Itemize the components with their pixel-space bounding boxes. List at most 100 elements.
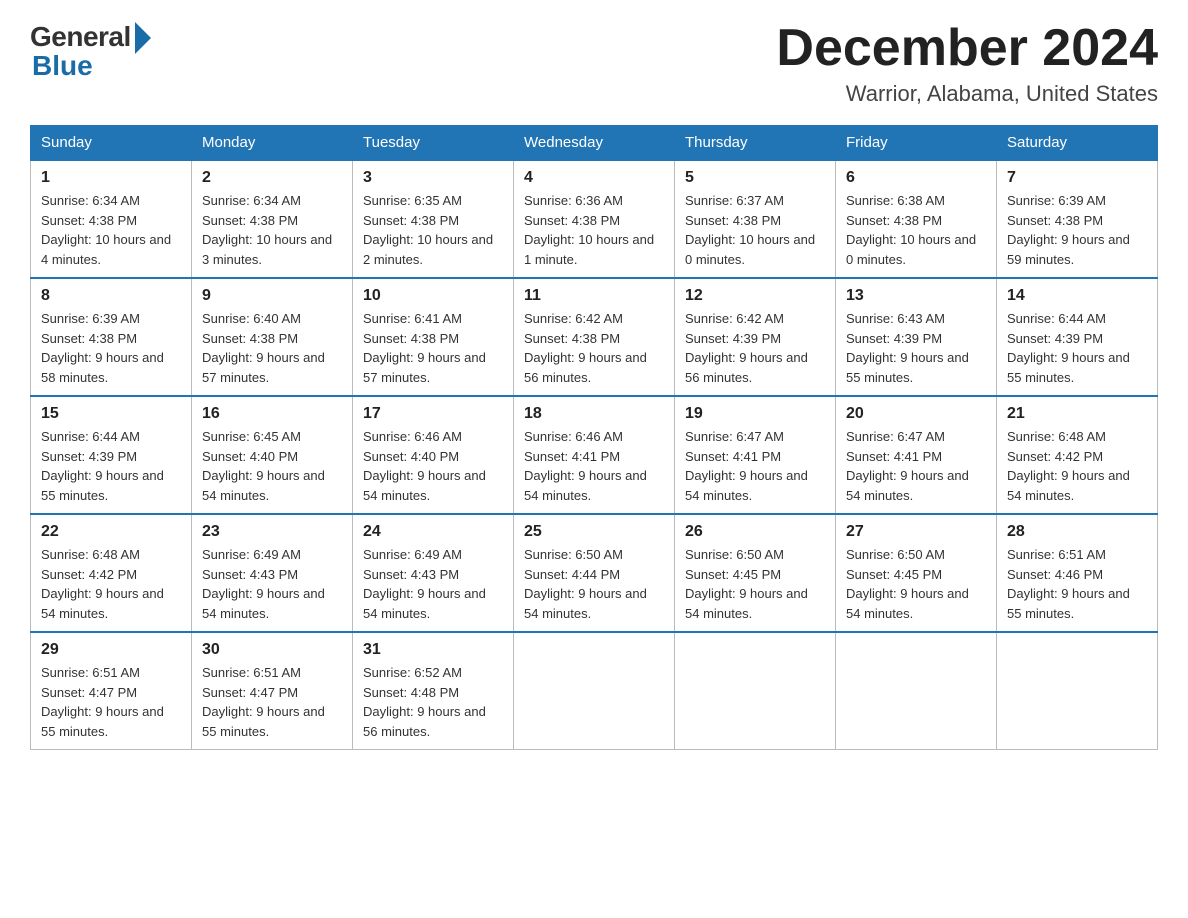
- day-info: Sunrise: 6:48 AMSunset: 4:42 PMDaylight:…: [1007, 427, 1147, 505]
- day-info: Sunrise: 6:34 AMSunset: 4:38 PMDaylight:…: [202, 191, 342, 269]
- calendar-cell: 7 Sunrise: 6:39 AMSunset: 4:38 PMDayligh…: [997, 160, 1158, 278]
- logo: General Blue: [30, 20, 151, 82]
- calendar-cell: [836, 632, 997, 750]
- day-number: 20: [846, 405, 986, 423]
- calendar-table: SundayMondayTuesdayWednesdayThursdayFrid…: [30, 125, 1158, 750]
- month-title: December 2024: [776, 20, 1158, 77]
- day-number: 25: [524, 523, 664, 541]
- title-block: December 2024 Warrior, Alabama, United S…: [776, 20, 1158, 107]
- day-number: 5: [685, 169, 825, 187]
- calendar-cell: 21 Sunrise: 6:48 AMSunset: 4:42 PMDaylig…: [997, 396, 1158, 514]
- day-info: Sunrise: 6:51 AMSunset: 4:47 PMDaylight:…: [202, 663, 342, 741]
- calendar-cell: 15 Sunrise: 6:44 AMSunset: 4:39 PMDaylig…: [31, 396, 192, 514]
- day-number: 24: [363, 523, 503, 541]
- location-subtitle: Warrior, Alabama, United States: [776, 81, 1158, 107]
- day-number: 26: [685, 523, 825, 541]
- day-number: 10: [363, 287, 503, 305]
- day-info: Sunrise: 6:42 AMSunset: 4:39 PMDaylight:…: [685, 309, 825, 387]
- calendar-cell: 22 Sunrise: 6:48 AMSunset: 4:42 PMDaylig…: [31, 514, 192, 632]
- day-info: Sunrise: 6:40 AMSunset: 4:38 PMDaylight:…: [202, 309, 342, 387]
- calendar-week-row: 29 Sunrise: 6:51 AMSunset: 4:47 PMDaylig…: [31, 632, 1158, 750]
- day-info: Sunrise: 6:38 AMSunset: 4:38 PMDaylight:…: [846, 191, 986, 269]
- day-info: Sunrise: 6:47 AMSunset: 4:41 PMDaylight:…: [685, 427, 825, 505]
- column-header-sunday: Sunday: [31, 126, 192, 161]
- calendar-cell: 27 Sunrise: 6:50 AMSunset: 4:45 PMDaylig…: [836, 514, 997, 632]
- calendar-cell: 11 Sunrise: 6:42 AMSunset: 4:38 PMDaylig…: [514, 278, 675, 396]
- calendar-cell: 4 Sunrise: 6:36 AMSunset: 4:38 PMDayligh…: [514, 160, 675, 278]
- calendar-cell: 17 Sunrise: 6:46 AMSunset: 4:40 PMDaylig…: [353, 396, 514, 514]
- calendar-week-row: 22 Sunrise: 6:48 AMSunset: 4:42 PMDaylig…: [31, 514, 1158, 632]
- calendar-cell: [514, 632, 675, 750]
- column-header-friday: Friday: [836, 126, 997, 161]
- day-number: 30: [202, 641, 342, 659]
- logo-triangle-icon: [135, 22, 151, 54]
- calendar-cell: 9 Sunrise: 6:40 AMSunset: 4:38 PMDayligh…: [192, 278, 353, 396]
- day-number: 1: [41, 169, 181, 187]
- day-info: Sunrise: 6:43 AMSunset: 4:39 PMDaylight:…: [846, 309, 986, 387]
- column-header-saturday: Saturday: [997, 126, 1158, 161]
- day-info: Sunrise: 6:39 AMSunset: 4:38 PMDaylight:…: [1007, 191, 1147, 269]
- day-info: Sunrise: 6:50 AMSunset: 4:45 PMDaylight:…: [685, 545, 825, 623]
- calendar-cell: 20 Sunrise: 6:47 AMSunset: 4:41 PMDaylig…: [836, 396, 997, 514]
- calendar-cell: 8 Sunrise: 6:39 AMSunset: 4:38 PMDayligh…: [31, 278, 192, 396]
- calendar-cell: 3 Sunrise: 6:35 AMSunset: 4:38 PMDayligh…: [353, 160, 514, 278]
- calendar-cell: 28 Sunrise: 6:51 AMSunset: 4:46 PMDaylig…: [997, 514, 1158, 632]
- day-info: Sunrise: 6:36 AMSunset: 4:38 PMDaylight:…: [524, 191, 664, 269]
- day-info: Sunrise: 6:48 AMSunset: 4:42 PMDaylight:…: [41, 545, 181, 623]
- day-info: Sunrise: 6:47 AMSunset: 4:41 PMDaylight:…: [846, 427, 986, 505]
- day-info: Sunrise: 6:46 AMSunset: 4:41 PMDaylight:…: [524, 427, 664, 505]
- page-header: General Blue December 2024 Warrior, Alab…: [30, 20, 1158, 107]
- day-info: Sunrise: 6:42 AMSunset: 4:38 PMDaylight:…: [524, 309, 664, 387]
- logo-blue-text: Blue: [30, 50, 93, 82]
- day-number: 27: [846, 523, 986, 541]
- day-info: Sunrise: 6:45 AMSunset: 4:40 PMDaylight:…: [202, 427, 342, 505]
- day-number: 29: [41, 641, 181, 659]
- day-info: Sunrise: 6:41 AMSunset: 4:38 PMDaylight:…: [363, 309, 503, 387]
- logo-general-text: General: [30, 21, 131, 53]
- day-info: Sunrise: 6:44 AMSunset: 4:39 PMDaylight:…: [41, 427, 181, 505]
- day-number: 14: [1007, 287, 1147, 305]
- column-header-tuesday: Tuesday: [353, 126, 514, 161]
- day-info: Sunrise: 6:51 AMSunset: 4:47 PMDaylight:…: [41, 663, 181, 741]
- calendar-cell: 13 Sunrise: 6:43 AMSunset: 4:39 PMDaylig…: [836, 278, 997, 396]
- day-info: Sunrise: 6:49 AMSunset: 4:43 PMDaylight:…: [202, 545, 342, 623]
- day-number: 4: [524, 169, 664, 187]
- calendar-cell: 26 Sunrise: 6:50 AMSunset: 4:45 PMDaylig…: [675, 514, 836, 632]
- day-info: Sunrise: 6:34 AMSunset: 4:38 PMDaylight:…: [41, 191, 181, 269]
- calendar-cell: 12 Sunrise: 6:42 AMSunset: 4:39 PMDaylig…: [675, 278, 836, 396]
- calendar-cell: 24 Sunrise: 6:49 AMSunset: 4:43 PMDaylig…: [353, 514, 514, 632]
- day-info: Sunrise: 6:37 AMSunset: 4:38 PMDaylight:…: [685, 191, 825, 269]
- day-number: 16: [202, 405, 342, 423]
- day-number: 28: [1007, 523, 1147, 541]
- calendar-cell: 25 Sunrise: 6:50 AMSunset: 4:44 PMDaylig…: [514, 514, 675, 632]
- day-info: Sunrise: 6:52 AMSunset: 4:48 PMDaylight:…: [363, 663, 503, 741]
- calendar-cell: 30 Sunrise: 6:51 AMSunset: 4:47 PMDaylig…: [192, 632, 353, 750]
- day-number: 19: [685, 405, 825, 423]
- day-number: 15: [41, 405, 181, 423]
- day-number: 9: [202, 287, 342, 305]
- day-number: 13: [846, 287, 986, 305]
- calendar-cell: 1 Sunrise: 6:34 AMSunset: 4:38 PMDayligh…: [31, 160, 192, 278]
- calendar-cell: 5 Sunrise: 6:37 AMSunset: 4:38 PMDayligh…: [675, 160, 836, 278]
- calendar-cell: 31 Sunrise: 6:52 AMSunset: 4:48 PMDaylig…: [353, 632, 514, 750]
- calendar-cell: 14 Sunrise: 6:44 AMSunset: 4:39 PMDaylig…: [997, 278, 1158, 396]
- day-number: 12: [685, 287, 825, 305]
- day-number: 21: [1007, 405, 1147, 423]
- day-info: Sunrise: 6:50 AMSunset: 4:45 PMDaylight:…: [846, 545, 986, 623]
- day-number: 22: [41, 523, 181, 541]
- calendar-week-row: 8 Sunrise: 6:39 AMSunset: 4:38 PMDayligh…: [31, 278, 1158, 396]
- calendar-header-row: SundayMondayTuesdayWednesdayThursdayFrid…: [31, 126, 1158, 161]
- day-number: 7: [1007, 169, 1147, 187]
- column-header-monday: Monday: [192, 126, 353, 161]
- day-number: 2: [202, 169, 342, 187]
- day-number: 8: [41, 287, 181, 305]
- day-number: 23: [202, 523, 342, 541]
- day-info: Sunrise: 6:44 AMSunset: 4:39 PMDaylight:…: [1007, 309, 1147, 387]
- day-number: 11: [524, 287, 664, 305]
- day-info: Sunrise: 6:46 AMSunset: 4:40 PMDaylight:…: [363, 427, 503, 505]
- day-info: Sunrise: 6:35 AMSunset: 4:38 PMDaylight:…: [363, 191, 503, 269]
- day-info: Sunrise: 6:50 AMSunset: 4:44 PMDaylight:…: [524, 545, 664, 623]
- day-number: 17: [363, 405, 503, 423]
- calendar-cell: 2 Sunrise: 6:34 AMSunset: 4:38 PMDayligh…: [192, 160, 353, 278]
- calendar-cell: 16 Sunrise: 6:45 AMSunset: 4:40 PMDaylig…: [192, 396, 353, 514]
